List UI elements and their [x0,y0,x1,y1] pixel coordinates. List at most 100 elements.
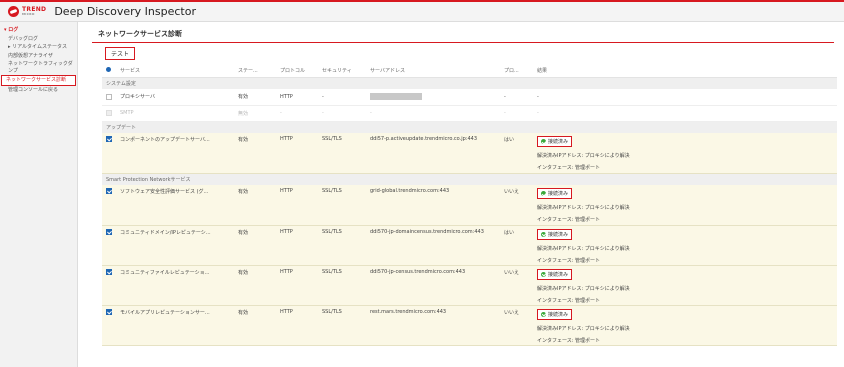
row-select-cell[interactable] [102,133,116,174]
section-row: Smart Protection Networkサービス [102,173,837,185]
header-security[interactable]: セキュリティ [318,64,366,78]
table-row[interactable]: ソフトウェア安全性評価サービス (グ... 有効 HTTP SSL/TLS grid-g… [102,185,837,226]
header-service[interactable]: サービス [116,64,234,78]
result-cell: 接続済み 解決済みIPアドレス: プロキシにより解決 インタフェース: 管理ポート [533,265,837,306]
check-icon [541,191,546,196]
row-checkbox[interactable] [106,308,112,315]
protocol-cell: HTTP [276,225,318,266]
server-cell: ddi57-p.activeupdate.trendmicro.co.jp:44… [366,133,500,174]
check-icon [541,311,546,317]
security-cell: - [318,89,366,106]
security-cell: SSL/TLS [318,305,366,346]
service-cell: ソフトウェア安全性評価サービス (グ... [116,185,234,226]
row-select-cell[interactable] [102,305,116,346]
connected-label: 接続済み [548,191,569,197]
test-button[interactable]: テスト [105,47,135,60]
connected-label: 接続済み [548,139,569,145]
security-cell: SSL/TLS [318,185,366,226]
server-cell: rest.mars.trendmicro.com:443 [366,305,500,346]
row-checkbox[interactable] [106,136,112,142]
connected-label: 接続済み [548,271,569,278]
result-detail: インタフェース: 管理ポート [537,297,601,304]
security-cell: SSL/TLS [318,225,366,266]
sidebar: ▾ ログ デバッグログ ▸ リアルタイムステータス 内部仮想アナライザ ネットワークトラ… [0,22,78,367]
status-cell: 有効 [234,89,276,106]
service-cell: モバイルアプリレピュテーションサー... [116,305,234,346]
service-cell: コミュニティファイルレピュテーショ... [116,265,234,306]
sidebar-item[interactable]: ▾ ログ [0,22,77,35]
security-cell: SSL/TLS [318,133,366,174]
row-checkbox[interactable] [106,188,112,194]
protocol-cell: HTTP [276,185,318,226]
row-select-cell[interactable] [102,185,116,226]
header-status[interactable]: ステー... [234,64,276,78]
sidebar-item-active[interactable]: ネットワークサービス診断 [1,75,76,86]
sidebar-item[interactable]: デバッグログ [0,35,77,44]
connected-badge: 接続済み [537,188,573,199]
check-icon [541,271,546,277]
select-all-icon[interactable] [106,67,111,73]
header-server[interactable]: サーバアドレス [366,64,500,78]
services-table: サービス ステー... プロトコル セキュリティ サーバアドレス プロ... 結… [102,64,837,346]
trend-micro-logo: TREND MICRO [8,6,46,17]
result-cell: 接続済み 解決済みIPアドレス: プロキシにより解決 インタフェース: 管理ポート [533,225,837,266]
proxy-cell: - [500,105,533,122]
section-row: アップデート [102,121,837,133]
check-icon [541,231,546,237]
header-proxy[interactable]: プロ... [500,64,533,78]
row-checkbox[interactable] [106,228,112,235]
status-cell: 有効 [234,265,276,306]
app-title: Deep Discovery Inspector [54,5,196,18]
table-row[interactable]: コミュニティファイルレピュテーショ... 有効 HTTP SSL/TLS ddi570-… [102,265,837,306]
protocol-cell: HTTP [276,305,318,346]
table-row[interactable]: コミュニティドメイン/IPレピュテーシ... 有効 HTTP SSL/TLS ddi57… [102,225,837,266]
server-cell: grid-global.trendmicro.com:443 [366,185,500,226]
row-select-cell[interactable] [102,89,116,106]
row-select-cell[interactable] [102,105,116,122]
server-cell: ddi570-jp-census.trendmicro.com:443 [366,265,500,306]
sidebar-item[interactable]: ▸ リアルタイムステータス [0,43,77,52]
row-select-cell[interactable] [102,225,116,266]
connected-badge: 接続済み [537,308,573,320]
security-cell: SSL/TLS [318,265,366,306]
security-cell: - [318,105,366,122]
section-label: システム設定 [102,77,837,89]
service-cell: コミュニティドメイン/IPレピュテーシ... [116,225,234,266]
check-icon [541,139,546,144]
result-cell: - [533,105,837,122]
server-cell: - [366,105,500,122]
section-label: Smart Protection Networkサービス [102,173,837,185]
connected-badge: 接続済み [537,268,573,280]
server-cell [366,89,500,106]
status-cell: 有効 [234,225,276,266]
sidebar-item[interactable]: ネットワークトラフィックダンプ [0,60,77,75]
header-select[interactable] [102,64,116,78]
row-checkbox[interactable] [106,93,112,100]
row-checkbox[interactable] [106,268,112,275]
header-protocol[interactable]: プロトコル [276,64,318,78]
table-row[interactable]: SMTP 無効 - - - - - [102,105,837,122]
header-result[interactable]: 結果 [533,64,837,78]
table-row[interactable]: コンポーネントのアップデートサーバ... 有効 HTTP SSL/TLS ddi57-p… [102,133,837,174]
service-cell: プロキシサーバ [116,89,234,106]
server-cell: ddi570-jp-domaincensus.trendmicro.com:44… [366,225,500,266]
table-row[interactable]: モバイルアプリレピュテーションサー... 有効 HTTP SSL/TLS rest.ma… [102,305,837,346]
trend-logo-icon [8,6,19,17]
sidebar-item[interactable]: 内部仮想アナライザ [0,52,77,61]
sidebar-item[interactable]: 管理コンソールに戻る [0,86,77,95]
protocol-cell: - [276,105,318,122]
proxy-cell: - [500,89,533,106]
table-row[interactable]: プロキシサーバ 有効 HTTP - - - [102,89,837,106]
proxy-cell: はい [500,133,533,174]
result-detail: インタフェース: 管理ポート [537,165,601,171]
proxy-cell: いいえ [500,185,533,226]
connected-label: 接続済み [548,311,569,318]
status-cell: 有効 [234,185,276,226]
status-cell: 有効 [234,133,276,174]
row-select-cell[interactable] [102,265,116,306]
row-checkbox [106,109,112,116]
service-cell: コンポーネントのアップデートサーバ... [116,133,234,174]
result-detail: インタフェース: 管理ポート [537,217,601,223]
result-cell: 接続済み 解決済みIPアドレス: プロキシにより解決 インタフェース: 管理ポート [533,133,837,174]
top-bar: TREND MICRO Deep Discovery Inspector [0,0,844,22]
